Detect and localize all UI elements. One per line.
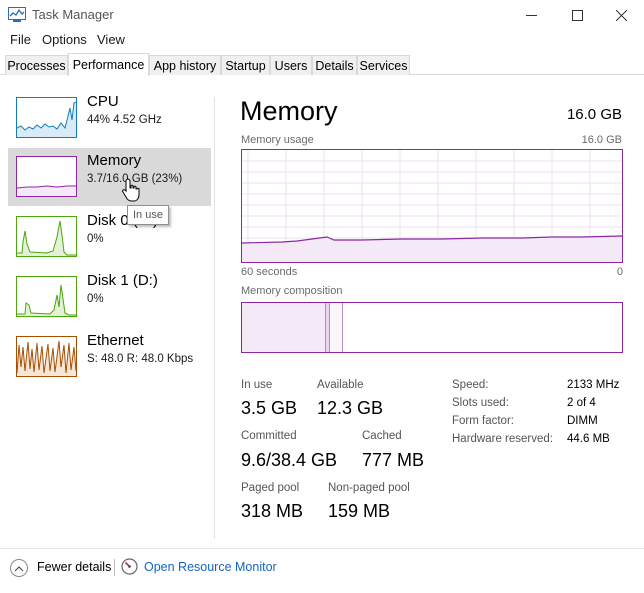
slots-used-value: 2 of 4 [567, 397, 596, 409]
hardware-reserved-value: 44.6 MB [567, 433, 610, 445]
cached-value: 777 MB [362, 450, 425, 470]
hardware-reserved-label: Hardware reserved: [452, 433, 553, 445]
title-bar: Task Manager [0, 0, 644, 30]
tab-details[interactable]: Details [312, 55, 357, 75]
non-paged-pool-value: 159 MB [328, 501, 391, 521]
memory-composition-bar [241, 302, 623, 353]
sidebar-item-memory[interactable]: Memory 3.7/16.0 GB (23%) [8, 148, 211, 206]
memory-usage-max: 16.0 GB [581, 134, 622, 146]
non-paged-pool-label: Non-paged pool [328, 482, 410, 494]
minimize-icon [525, 14, 537, 16]
menu-file[interactable]: File [10, 32, 31, 47]
hand-cursor-icon [122, 178, 140, 202]
in-use-label: In use [241, 379, 273, 391]
sidebar-item-cpu[interactable]: CPU 44% 4.52 GHz [8, 89, 211, 147]
menu-view[interactable]: View [97, 32, 125, 47]
sidebar-item-disk-1[interactable]: Disk 1 (D:) 0% [8, 268, 211, 326]
speed-label: Speed: [452, 379, 489, 391]
menu-options[interactable]: Options [42, 32, 87, 47]
chevron-up-icon[interactable] [10, 559, 28, 577]
tab-processes[interactable]: Processes [5, 55, 68, 75]
time-axis-start: 60 seconds [241, 266, 298, 278]
committed-value: 9.6/38.4 GB [241, 450, 338, 470]
open-resource-monitor-link[interactable]: Open Resource Monitor [144, 560, 277, 574]
sidebar-item-label: Ethernet [87, 332, 144, 349]
disk-0-thumbnail-graph [16, 216, 77, 257]
in-use-value: 3.5 GB [241, 398, 298, 418]
paged-pool-label: Paged pool [241, 482, 300, 494]
memory-thumbnail-graph [16, 156, 77, 197]
sidebar-item-detail: S: 48.0 R: 48.0 Kbps [87, 353, 194, 365]
speed-value: 2133 MHz [567, 379, 620, 391]
paged-pool-value: 318 MB [241, 501, 304, 521]
ethernet-thumbnail-graph [16, 336, 77, 377]
sidebar-item-detail: 0% [87, 293, 104, 305]
disk-1-thumbnail-graph [16, 276, 77, 317]
memory-composition-label: Memory composition [241, 285, 343, 297]
tab-users[interactable]: Users [270, 55, 312, 75]
footer-bar: Fewer details Open Resource Monitor [0, 548, 644, 593]
minimize-button[interactable] [508, 0, 554, 30]
memory-usage-graph [241, 149, 623, 263]
sidebar-item-disk-0[interactable]: Disk 0 (C:) 0% [8, 208, 211, 266]
available-label: Available [317, 379, 364, 391]
cached-label: Cached [362, 430, 402, 442]
close-button[interactable] [598, 0, 644, 30]
fewer-details-button[interactable]: Fewer details [37, 560, 111, 574]
sidebar-item-label: Memory [87, 152, 142, 169]
menu-bar: File Options View [0, 30, 644, 50]
committed-label: Committed [241, 430, 297, 442]
form-factor-label: Form factor: [452, 415, 514, 427]
maximize-button[interactable] [554, 0, 600, 30]
maximize-icon [571, 9, 583, 21]
slots-used-label: Slots used: [452, 397, 509, 409]
tab-services[interactable]: Services [357, 55, 410, 75]
form-factor-value: DIMM [567, 415, 598, 427]
sidebar-item-detail: 0% [87, 233, 104, 245]
memory-total: 16.0 GB [566, 106, 622, 123]
sidebar-item-label: CPU [87, 93, 119, 110]
available-value: 12.3 GB [317, 398, 384, 418]
close-icon [615, 9, 627, 21]
tab-app-history[interactable]: App history [149, 55, 221, 75]
sidebar-item-label: Disk 1 (D:) [87, 272, 158, 289]
time-axis-end: 0 [616, 266, 623, 278]
resource-monitor-icon[interactable] [121, 558, 138, 575]
sidebar-item-detail: 44% 4.52 GHz [87, 114, 162, 126]
footer-divider [114, 559, 115, 576]
window-title: Task Manager [32, 7, 114, 22]
sidebar-item-ethernet[interactable]: Ethernet S: 48.0 R: 48.0 Kbps [8, 328, 211, 386]
tab-startup[interactable]: Startup [221, 55, 270, 75]
composition-standby [330, 303, 343, 352]
memory-usage-label: Memory usage [241, 134, 314, 146]
sidebar-divider [214, 97, 215, 539]
cpu-thumbnail-graph [16, 97, 77, 138]
composition-in-use [242, 303, 326, 352]
task-manager-icon [8, 7, 26, 22]
in-use-tooltip: In use [127, 205, 169, 225]
tab-bar: Processes Performance App history Startu… [0, 53, 644, 76]
tab-performance[interactable]: Performance [68, 53, 149, 76]
page-title: Memory [240, 96, 338, 126]
